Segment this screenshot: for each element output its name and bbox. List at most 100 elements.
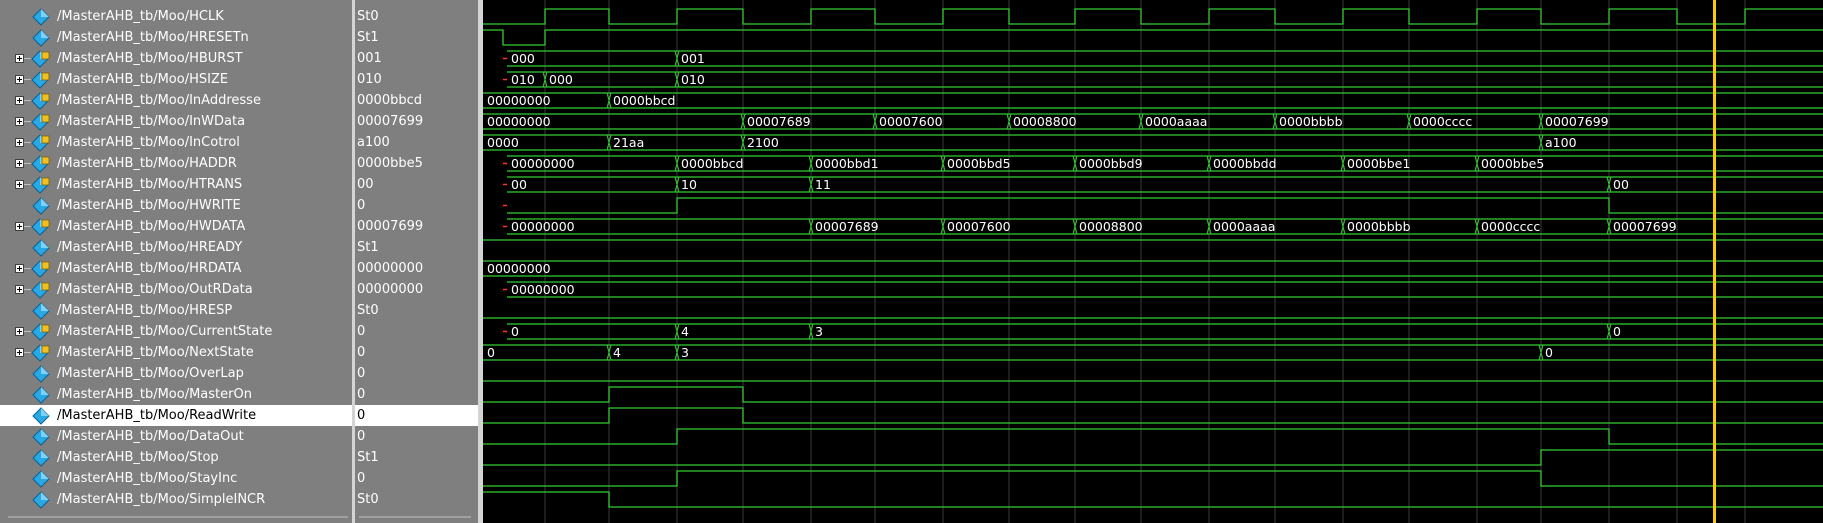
expand-plus-icon[interactable] [15, 327, 24, 336]
value-row[interactable]: St0 [355, 489, 478, 510]
signal-row[interactable]: /MasterAHB_tb/Moo/HRDATA [0, 258, 352, 279]
signal-value: 00000000 [357, 261, 424, 276]
signal-row[interactable]: /MasterAHB_tb/Moo/HBURST [0, 48, 352, 69]
signal-row[interactable]: /MasterAHB_tb/Moo/HADDR [0, 153, 352, 174]
signal-value: 0 [357, 387, 366, 402]
expand-plus-icon[interactable] [15, 348, 24, 357]
name-pane-scrollbar[interactable] [8, 516, 348, 518]
tree-connector [24, 79, 31, 80]
signal-row[interactable]: /MasterAHB_tb/Moo/HWRITE [0, 195, 352, 216]
signal-name: /MasterAHB_tb/Moo/InCotrol [57, 135, 240, 150]
expand-plus-icon[interactable] [15, 138, 24, 147]
value-row[interactable]: 0000bbcd [355, 90, 478, 111]
value-row[interactable]: 0 [355, 426, 478, 447]
bus-value-label: 00000000 [487, 114, 551, 129]
expand-plus-icon[interactable] [15, 264, 24, 273]
time-cursor [1713, 0, 1716, 523]
signal-value: 0 [357, 324, 366, 339]
value-row[interactable]: St0 [355, 300, 478, 321]
value-row[interactable]: St0 [355, 6, 478, 27]
signal-row[interactable]: /MasterAHB_tb/Moo/InWData [0, 111, 352, 132]
waveform-canvas[interactable]: 000 001010 000 01000000000 0000bbcd00000000 0… [483, 0, 1823, 523]
value-row[interactable]: 00007699 [355, 111, 478, 132]
expand-plus-icon[interactable] [15, 54, 24, 63]
value-row[interactable]: St1 [355, 27, 478, 48]
signal-value: 0 [357, 366, 366, 381]
value-row[interactable]: a100 [355, 132, 478, 153]
signal-diamond-icon [32, 449, 50, 467]
value-row[interactable]: 0000bbe5 [355, 153, 478, 174]
bus-value-label: 4 [681, 324, 689, 339]
signal-row[interactable]: /MasterAHB_tb/Moo/CurrentState [0, 321, 352, 342]
signal-row[interactable]: /MasterAHB_tb/Moo/SimpleINCR [0, 489, 352, 510]
value-row[interactable]: St1 [355, 237, 478, 258]
signal-row[interactable]: /MasterAHB_tb/Moo/ReadWrite [0, 405, 352, 426]
bus-value-label: 00008800 [1079, 219, 1143, 234]
tree-connector [24, 268, 31, 269]
value-row[interactable]: 0 [355, 468, 478, 489]
value-row[interactable]: 0 [355, 384, 478, 405]
value-row[interactable]: 0 [355, 363, 478, 384]
tree-connector [24, 100, 31, 101]
bus-value-label: 0000aaaa [1145, 114, 1207, 129]
digital-waveform [507, 197, 1823, 214]
bus-value-label: 00007699 [1613, 219, 1677, 234]
waveform-pane[interactable]: 000 001 010 000 010 00000000 0000bbcd 00000000 0… [483, 0, 1823, 523]
signal-row[interactable]: /MasterAHB_tb/Moo/StayInc [0, 468, 352, 489]
signal-row[interactable]: /MasterAHB_tb/Moo/InCotrol [0, 132, 352, 153]
expand-plus-icon[interactable] [15, 285, 24, 294]
signal-row[interactable]: /MasterAHB_tb/Moo/HREADY [0, 237, 352, 258]
signal-row[interactable]: /MasterAHB_tb/Moo/HRESETn [0, 27, 352, 48]
bus-value-label: 00 [1613, 177, 1629, 192]
value-row[interactable]: 00 [355, 174, 478, 195]
signal-value: St0 [357, 492, 379, 507]
signal-row[interactable]: /MasterAHB_tb/Moo/HWDATA [0, 216, 352, 237]
value-row[interactable]: St1 [355, 447, 478, 468]
signal-row[interactable]: /MasterAHB_tb/Moo/HRESP [0, 300, 352, 321]
expand-plus-icon[interactable] [15, 159, 24, 168]
signal-row[interactable]: /MasterAHB_tb/Moo/MasterOn [0, 384, 352, 405]
digital-waveform [483, 470, 1823, 487]
expand-plus-icon[interactable] [15, 117, 24, 126]
value-row[interactable]: 0 [355, 321, 478, 342]
signal-row[interactable]: /MasterAHB_tb/Moo/HTRANS [0, 174, 352, 195]
signal-values-pane[interactable]: St0 St1 001 010 0000bbcd 00007699 a100 0000bbe5… [355, 0, 478, 523]
signal-name: /MasterAHB_tb/Moo/HSIZE [57, 72, 229, 87]
digital-waveform [483, 491, 1823, 508]
value-row[interactable]: 00000000 [355, 279, 478, 300]
value-row[interactable]: 0 [355, 342, 478, 363]
signal-row[interactable]: /MasterAHB_tb/Moo/HCLK [0, 6, 352, 27]
value-row[interactable]: 001 [355, 48, 478, 69]
bus-value-label: a100 [1545, 135, 1577, 150]
bus-value-label: 0000bbbb [1279, 114, 1343, 129]
value-pane-scrollbar[interactable] [359, 516, 471, 518]
value-row[interactable]: 010 [355, 69, 478, 90]
signal-names-pane[interactable]: /MasterAHB_tb/Moo/HCLK/MasterAHB_tb/Moo/… [0, 0, 352, 523]
signal-name: /MasterAHB_tb/Moo/StayInc [57, 471, 238, 486]
expand-plus-icon[interactable] [15, 222, 24, 231]
signal-row[interactable]: /MasterAHB_tb/Moo/HSIZE [0, 69, 352, 90]
signal-row[interactable]: /MasterAHB_tb/Moo/InAddresse [0, 90, 352, 111]
signal-row[interactable]: /MasterAHB_tb/Moo/NextState [0, 342, 352, 363]
value-row[interactable]: 00007699 [355, 216, 478, 237]
signal-row[interactable]: /MasterAHB_tb/Moo/OutRData [0, 279, 352, 300]
value-row[interactable]: 0 [355, 405, 478, 426]
bus-signal-icon [31, 50, 50, 68]
signal-name: /MasterAHB_tb/Moo/Stop [57, 450, 219, 465]
bus-value-label: 0000bbcd [613, 93, 676, 108]
bus-value-label: 000 [549, 72, 573, 87]
signal-row[interactable]: /MasterAHB_tb/Moo/DataOut [0, 426, 352, 447]
bus-value-label: 0000aaaa [1213, 219, 1275, 234]
value-row[interactable]: 00000000 [355, 258, 478, 279]
expand-plus-icon[interactable] [15, 75, 24, 84]
expand-plus-icon[interactable] [15, 96, 24, 105]
expand-plus-icon[interactable] [15, 180, 24, 189]
signal-diamond-icon [32, 302, 50, 320]
bus-signal-icon [31, 92, 50, 110]
signal-row[interactable]: /MasterAHB_tb/Moo/Stop [0, 447, 352, 468]
signal-row[interactable]: /MasterAHB_tb/Moo/OverLap [0, 363, 352, 384]
bus-value-label: 21aa [613, 135, 644, 150]
value-row[interactable]: 0 [355, 195, 478, 216]
bus-value-label: 0000bbcd [681, 156, 744, 171]
bus-value-label: 0 [511, 324, 519, 339]
